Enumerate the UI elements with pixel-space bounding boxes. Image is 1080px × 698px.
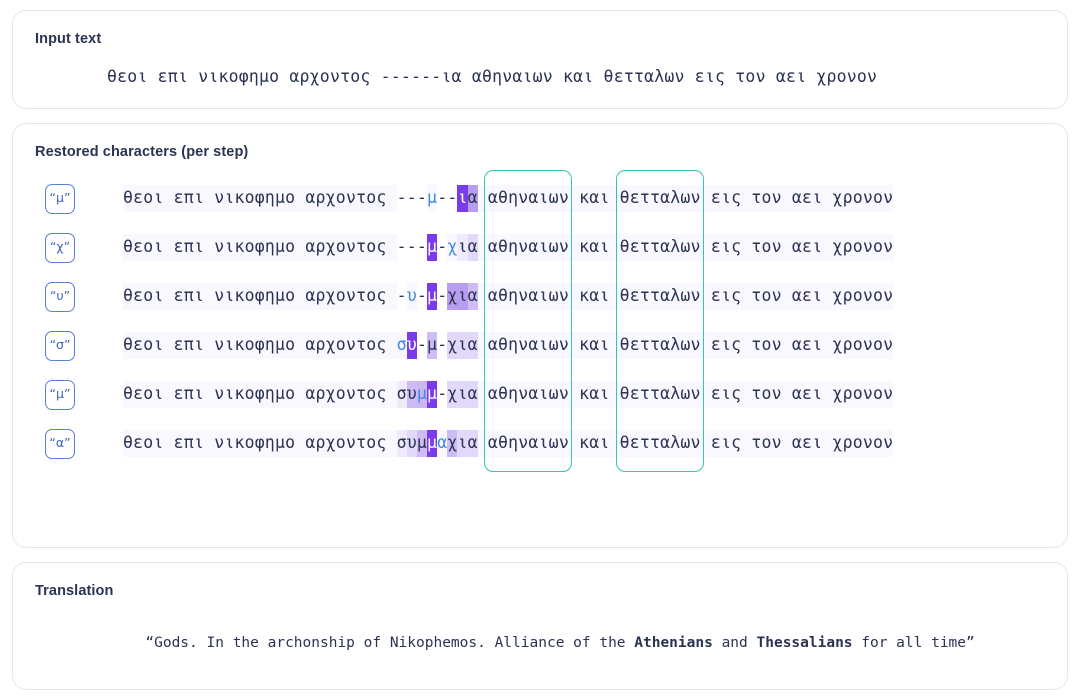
step-badge[interactable]: “μ” [45,183,75,214]
gap-char: α [467,283,478,310]
step-badge[interactable]: “χ” [45,232,75,263]
sequence-prefix: θεοι επι νικοφημο αρχοντος [123,234,397,261]
gap-char: α [467,234,478,261]
sequence-suffix: αθηναιων και θετταλων εις τον αει χρονον [477,283,894,310]
gap-char: - [396,286,407,306]
gap-char: μ [427,430,438,457]
gap-char: μ [427,283,438,310]
gap-char: υ [406,332,417,359]
step-sequence: θεοι επι νικοφημο αρχοντος -υ-μ-χια αθην… [123,283,894,310]
gap-char: ι [457,185,468,212]
gap-char: - [416,335,428,355]
gap-char: - [447,188,458,208]
translation-mid: and [712,635,757,651]
sequence-prefix: θεοι επι νικοφημο αρχοντος [123,185,397,212]
steps-list: “μ” θεοι επι νικοφημο αρχοντος ---μ--ια α… [35,170,1045,472]
step-row: “σ” θεοι επι νικοφημο αρχοντος συ-μ-χια α… [35,321,1045,370]
gap-char: - [416,286,428,306]
gap-char: χ [447,283,458,310]
translation-card: Translation “Gods. In the archonship of … [12,562,1068,690]
step-sequence: θεοι επι νικοφημο αρχοντος συ-μ-χια αθην… [123,332,894,359]
step-badge[interactable]: “μ” [45,379,75,410]
gap-char: α [467,430,478,457]
gap-char: - [437,335,448,355]
gap-char: υ [406,283,417,310]
gap-char: ι [457,283,468,310]
gap-char: - [406,188,417,208]
restored-characters-card: Restored characters (per step) “μ” θεοι ε… [12,123,1068,548]
input-text-label: Input text [35,31,102,47]
sequence-prefix: θεοι επι νικοφημο αρχοντος [123,283,397,310]
step-row: “υ” θεοι επι νικοφημο αρχοντος -υ-μ-χια α… [35,272,1045,321]
translation-label: Translation [35,583,114,599]
gap-char: ι [457,234,468,261]
translation-tail: for all time” [852,635,975,651]
gap-char: σ [396,430,407,457]
gap-char: μ [427,185,438,212]
gap-char: ι [457,332,468,359]
gap-char: χ [447,332,458,359]
gap-char: σ [396,332,407,359]
sequence-suffix: αθηναιων και θετταλων εις τον αει χρονον [477,430,894,457]
sequence-suffix: αθηναιων και θετταλων εις τον αει χρονον [477,185,894,212]
sequence-prefix: θεοι επι νικοφημο αρχοντος [123,430,397,457]
gap-char: - [437,286,448,306]
gap-char: σ [396,381,407,408]
gap-char: ι [457,430,468,457]
gap-char: χ [447,381,458,408]
gap-char: μ [416,381,428,408]
gap-char: - [396,237,407,257]
restored-characters-label: Restored characters (per step) [35,144,249,160]
translation-value: “Gods. In the archonship of Nikophemos. … [93,619,1045,667]
gap-char: χ [447,430,458,457]
sequence-suffix: αθηναιων και θετταλων εις τον αει χρονον [477,381,894,408]
gap-char: μ [427,234,438,261]
step-sequence: θεοι επι νικοφημο αρχοντος ---μ-χια αθην… [123,234,894,261]
gap-char: α [467,332,478,359]
gap-char: υ [406,381,417,408]
step-badge[interactable]: “α” [45,428,75,459]
step-sequence: θεοι επι νικοφημο αρχοντος ---μ--ια αθην… [123,185,894,212]
gap-char: υ [406,430,417,457]
gap-char: μ [427,332,438,359]
gap-char: - [416,237,428,257]
step-sequence: θεοι επι νικοφημο αρχοντος συμμ-χια αθην… [123,381,894,408]
translation-bold-thessalians: Thessalians [756,635,853,651]
app-root: Input text θεοι επι νικοφημο αρχοντος --… [0,0,1080,698]
translation-bold-athenians: Athenians [634,635,713,651]
gap-char: - [437,384,448,404]
gap-char: - [406,237,417,257]
sequence-prefix: θεοι επι νικοφημο αρχοντος [123,332,397,359]
step-row: “α” θεοι επι νικοφημο αρχοντος συμμαχια α… [35,419,1045,468]
step-row: “μ” θεοι επι νικοφημο αρχοντος συμμ-χια α… [35,370,1045,419]
step-badge[interactable]: “υ” [45,281,75,312]
gap-char: α [467,185,478,212]
gap-char: α [437,430,448,457]
sequence-suffix: αθηναιων και θετταλων εις τον αει χρονον [477,332,894,359]
translation-open: “Gods. In the archonship of Nikophemos. … [145,635,635,651]
gap-char: χ [447,234,458,261]
sequence-prefix: θεοι επι νικοφημο αρχοντος [123,381,397,408]
input-text-value: θεοι επι νικοφημο αρχοντος ------ια αθην… [107,67,878,86]
gap-char: - [416,188,428,208]
gap-char: - [396,188,407,208]
input-text-card: Input text θεοι επι νικοφημο αρχοντος --… [12,10,1068,109]
step-row: “χ” θεοι επι νικοφημο αρχοντος ---μ-χια α… [35,223,1045,272]
gap-char: α [467,381,478,408]
step-sequence: θεοι επι νικοφημο αρχοντος συμμαχια αθην… [123,430,894,457]
gap-char: μ [416,430,428,457]
gap-char: μ [427,381,438,408]
gap-char: ι [457,381,468,408]
gap-char: - [437,188,448,208]
step-row: “μ” θεοι επι νικοφημο αρχοντος ---μ--ια α… [35,174,1045,223]
gap-char: - [437,237,448,257]
sequence-suffix: αθηναιων και θετταλων εις τον αει χρονον [477,234,894,261]
step-badge[interactable]: “σ” [45,330,75,361]
